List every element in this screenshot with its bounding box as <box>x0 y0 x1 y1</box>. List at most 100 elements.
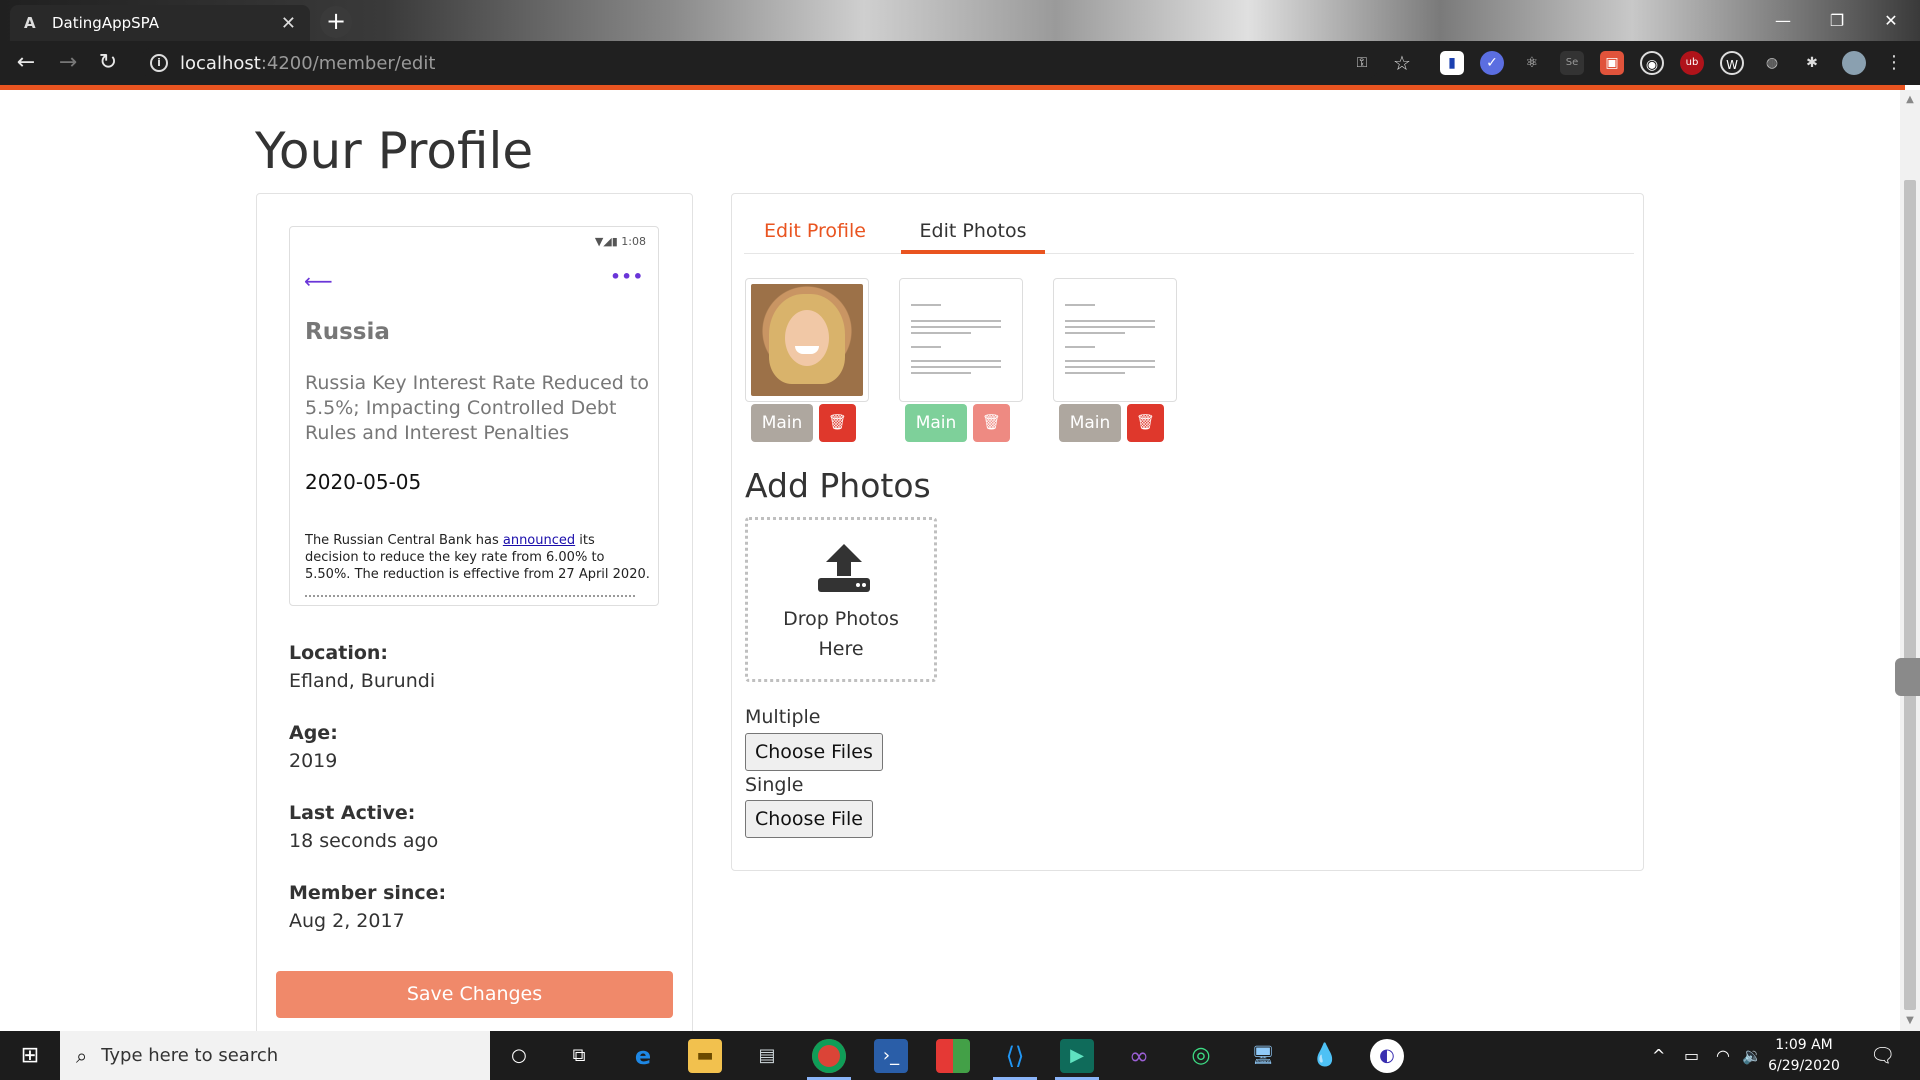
globe-icon[interactable]: ◍ <box>1760 51 1784 75</box>
browser-toolbar: ← → ↻ i localhost :4200/member/edit ⚿ ☆ … <box>0 41 1920 85</box>
extension-check-icon[interactable]: ✓ <box>1480 51 1504 75</box>
reload-icon[interactable]: ↻ <box>94 49 122 77</box>
taskbar: ⊞ ⌕ Type here to search ○ ⧉ e ▬ ▤ ›_ ⟨⟩ … <box>0 1031 1920 1080</box>
member-card: ▼◢▮ 1:08 ⟵ ••• Russia Russia Key Interes… <box>256 193 693 1041</box>
edge-icon[interactable]: e <box>626 1039 660 1073</box>
extension-se-icon[interactable]: Se <box>1560 51 1584 75</box>
scroll-up-icon[interactable]: ▲ <box>1904 94 1916 106</box>
delete-photo-button[interactable]: 🗑 <box>1127 404 1164 442</box>
choose-files-button[interactable]: Choose Files <box>745 733 883 771</box>
photos-app-icon[interactable]: ▤ <box>750 1039 784 1073</box>
terminal-icon[interactable]: ▶ <box>1060 1039 1094 1073</box>
delete-photo-button[interactable]: 🗑 <box>819 404 856 442</box>
page-scrollbar[interactable]: ▲ ▼ <box>1900 90 1920 1031</box>
maximize-icon[interactable]: ❐ <box>1810 0 1864 41</box>
single-label: Single <box>745 774 804 796</box>
choose-file-button[interactable]: Choose File <box>745 800 873 838</box>
photo-dropzone[interactable]: Drop Photos Here <box>745 517 937 682</box>
page-title: Your Profile <box>255 122 534 180</box>
navbar-accent-line <box>0 85 1905 90</box>
site-info-icon[interactable]: i <box>150 54 168 72</box>
notification-icon[interactable]: 🗨 <box>1870 1031 1895 1080</box>
taskbar-clock[interactable]: 1:09 AM 6/29/2020 <box>1764 1035 1844 1077</box>
preview-back-arrow-icon: ⟵ <box>304 269 333 293</box>
location-label: Location: <box>289 642 389 664</box>
age-label: Age: <box>289 722 338 744</box>
multiple-label: Multiple <box>745 706 821 728</box>
extension-flag-icon[interactable]: ▮ <box>1440 51 1464 75</box>
last-active-label: Last Active: <box>289 802 416 824</box>
tab-edit-profile[interactable]: Edit Profile <box>744 208 886 254</box>
document-photo <box>905 284 1017 396</box>
new-tab-button[interactable]: + <box>320 6 352 38</box>
preview-status-bar: ▼◢▮ 1:08 <box>594 235 646 248</box>
preview-headline: Russia Key Interest Rate Reduced to 5.5%… <box>305 372 649 444</box>
extension-w-icon[interactable]: W <box>1720 51 1744 75</box>
last-active-block: Last Active: 18 seconds ago <box>289 802 438 852</box>
react-devtools-icon[interactable]: ⚛ <box>1520 51 1544 75</box>
chrome-icon[interactable] <box>812 1039 846 1073</box>
tab-title: DatingAppSPA <box>52 14 159 32</box>
vscode-icon[interactable]: ⟨⟩ <box>998 1039 1032 1073</box>
visual-studio-icon[interactable]: ∞ <box>1122 1039 1156 1073</box>
set-main-photo-button[interactable]: Main <box>751 404 813 442</box>
member-photo-preview: ▼◢▮ 1:08 ⟵ ••• Russia Russia Key Interes… <box>289 226 659 606</box>
photo-thumbnail <box>1053 278 1177 402</box>
delete-photo-button[interactable]: 🗑 <box>973 404 1010 442</box>
trash-icon: 🗑 <box>827 414 848 431</box>
preview-date: 2020-05-05 <box>305 470 422 494</box>
minimize-icon[interactable]: — <box>1756 0 1810 41</box>
ublock-icon[interactable]: ub <box>1680 51 1704 75</box>
profile-avatar-icon[interactable] <box>1842 51 1866 75</box>
tray-show-hidden-icon[interactable]: ^ <box>1652 1031 1665 1080</box>
scroll-down-icon[interactable]: ▼ <box>1904 1015 1916 1027</box>
cortana-icon[interactable]: ○ <box>502 1039 536 1073</box>
browser-menu-icon[interactable]: ⋮ <box>1882 51 1906 75</box>
task-view-icon[interactable]: ⧉ <box>562 1039 596 1073</box>
scrollbar-thumb[interactable] <box>1904 180 1916 1010</box>
tab-close-icon[interactable]: ✕ <box>281 13 296 34</box>
photo-thumbnail <box>899 278 1023 402</box>
android-studio-icon[interactable]: ◎ <box>1184 1039 1218 1073</box>
wifi-icon[interactable]: ◠ <box>1716 1031 1730 1080</box>
bookmark-star-icon[interactable]: ☆ <box>1390 51 1414 75</box>
side-panel-handle[interactable] <box>1895 658 1920 696</box>
preview-status-time: 1:08 <box>621 235 646 248</box>
battery-icon[interactable]: ▭ <box>1684 1031 1699 1080</box>
save-changes-button[interactable]: Save Changes <box>276 971 673 1018</box>
extension-circle-icon[interactable]: ◉ <box>1640 51 1664 75</box>
water-drop-icon[interactable]: 💧 <box>1308 1039 1342 1073</box>
url-path: :4200/member/edit <box>260 52 436 74</box>
search-icon: ⌕ <box>76 1043 88 1068</box>
dropzone-text-line2: Here <box>818 638 864 660</box>
key-icon[interactable]: ⚿ <box>1350 51 1374 75</box>
extension-red-icon[interactable]: ▣ <box>1600 51 1624 75</box>
forward-arrow-icon[interactable]: → <box>54 49 82 77</box>
powershell-icon[interactable]: ›_ <box>874 1039 908 1073</box>
preview-more-icon: ••• <box>610 267 644 286</box>
tab-edit-photos[interactable]: Edit Photos <box>901 208 1045 254</box>
taskbar-search-placeholder: Type here to search <box>101 1045 279 1066</box>
edit-tabs: Edit Profile Edit Photos <box>744 208 1634 254</box>
photo-thumbnail <box>745 278 869 402</box>
document-photo <box>1059 284 1171 396</box>
circle-app-icon[interactable]: ◐ <box>1370 1039 1404 1073</box>
address-bar[interactable]: i localhost :4200/member/edit <box>140 46 1380 80</box>
close-window-icon[interactable]: ✕ <box>1864 0 1918 41</box>
age-value: 2019 <box>289 750 338 772</box>
extensions-puzzle-icon[interactable]: ✱ <box>1800 51 1824 75</box>
file-explorer-icon[interactable]: ▬ <box>688 1039 722 1073</box>
taskbar-search-box[interactable]: ⌕ Type here to search <box>60 1031 490 1080</box>
set-main-photo-button[interactable]: Main <box>905 404 967 442</box>
last-active-value: 18 seconds ago <box>289 830 439 852</box>
clock-time: 1:09 AM <box>1775 1037 1833 1053</box>
browser-tab[interactable]: A DatingAppSPA ✕ <box>10 5 310 41</box>
volume-icon[interactable]: 🔉 <box>1742 1031 1762 1080</box>
remote-desktop-icon[interactable]: 🖥 <box>1246 1039 1280 1073</box>
colorful-app-icon[interactable] <box>936 1039 970 1073</box>
browser-tab-strip: A DatingAppSPA ✕ + — ❐ ✕ <box>0 0 1920 41</box>
windows-start-icon[interactable]: ⊞ <box>0 1031 60 1080</box>
trash-icon: 🗑 <box>981 414 1002 431</box>
back-arrow-icon[interactable]: ← <box>12 49 40 77</box>
set-main-photo-button[interactable]: Main <box>1059 404 1121 442</box>
